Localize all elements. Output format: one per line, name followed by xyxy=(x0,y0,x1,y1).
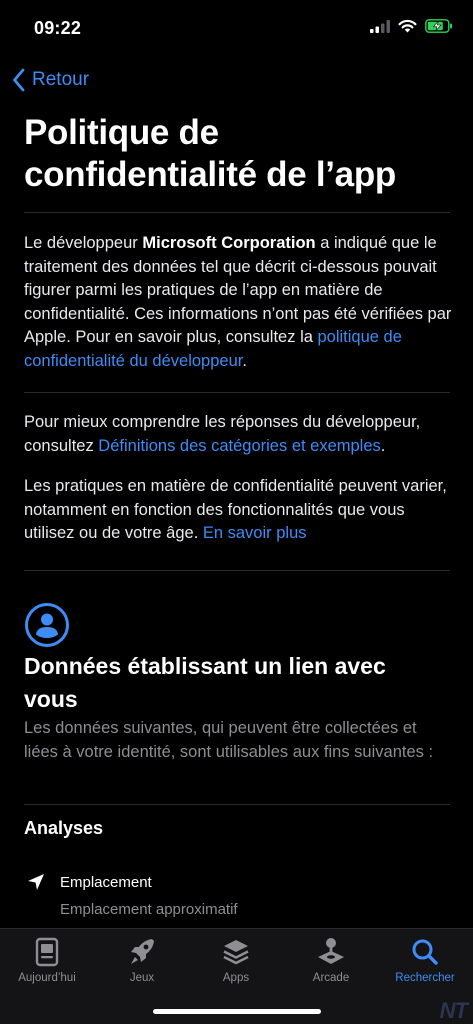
tab-arcade-label: Arcade xyxy=(312,972,350,984)
home-indicator xyxy=(153,1009,321,1014)
tab-today[interactable]: Aujourd’hui xyxy=(0,935,94,984)
cellular-signal-icon xyxy=(370,19,390,33)
developer-name: Microsoft Corporation xyxy=(142,234,316,252)
status-bar: 09:22 xyxy=(0,0,473,54)
divider xyxy=(24,392,450,393)
practices-paragraph: Les pratiques en matière de confidential… xyxy=(24,475,452,546)
tab-apps[interactable]: Apps xyxy=(189,935,283,984)
tab-apps-label: Apps xyxy=(222,972,250,984)
understand-end: . xyxy=(380,436,386,455)
tab-search-label: Rechercher xyxy=(395,972,455,984)
tab-arcade[interactable]: Arcade xyxy=(284,935,378,984)
intro-paragraph: Le développeur Microsoft Corporation a i… xyxy=(24,232,452,373)
tab-games[interactable]: Jeux xyxy=(95,935,189,984)
tab-games-label: Jeux xyxy=(129,972,155,984)
rocket-icon xyxy=(131,939,154,964)
linked-data-title: Données établissant un lien avec vous xyxy=(24,653,386,712)
linked-data-description: Les données suivantes, qui peuvent être … xyxy=(24,719,434,761)
wifi-icon xyxy=(398,19,417,33)
intro-text: Le développeur xyxy=(24,234,143,252)
learn-more-link[interactable]: En savoir plus xyxy=(203,524,307,542)
watermark-logo: NT xyxy=(439,998,468,1023)
category-definitions-link[interactable]: Définitions des catégories et exemples xyxy=(98,437,380,455)
location-arrow-icon xyxy=(28,874,44,890)
person-circle-icon xyxy=(25,603,69,647)
intro-end: . xyxy=(242,351,247,370)
understand-paragraph: Pour mieux comprendre les réponses du dé… xyxy=(24,411,452,458)
location-sublabel: Emplacement approximatif xyxy=(60,901,238,918)
page-title: Politique de confidentialité de l’app xyxy=(24,113,397,194)
analyses-title: Analyses xyxy=(24,818,104,838)
joystick-icon xyxy=(318,938,344,964)
back-button[interactable]: Retour xyxy=(12,66,89,94)
back-label: Retour xyxy=(32,69,90,90)
location-label: Emplacement xyxy=(60,874,152,891)
tab-today-label: Aujourd’hui xyxy=(18,972,76,984)
divider xyxy=(24,804,450,805)
battery-charging-icon xyxy=(425,19,452,33)
chevron-left-icon xyxy=(13,68,25,92)
search-icon xyxy=(412,939,438,965)
status-icons xyxy=(370,19,453,33)
apps-stack-icon xyxy=(223,940,249,965)
status-time: 09:22 xyxy=(34,18,82,38)
divider xyxy=(24,570,450,571)
divider xyxy=(24,212,450,213)
today-icon xyxy=(35,937,59,967)
tab-search[interactable]: Rechercher xyxy=(378,935,472,984)
